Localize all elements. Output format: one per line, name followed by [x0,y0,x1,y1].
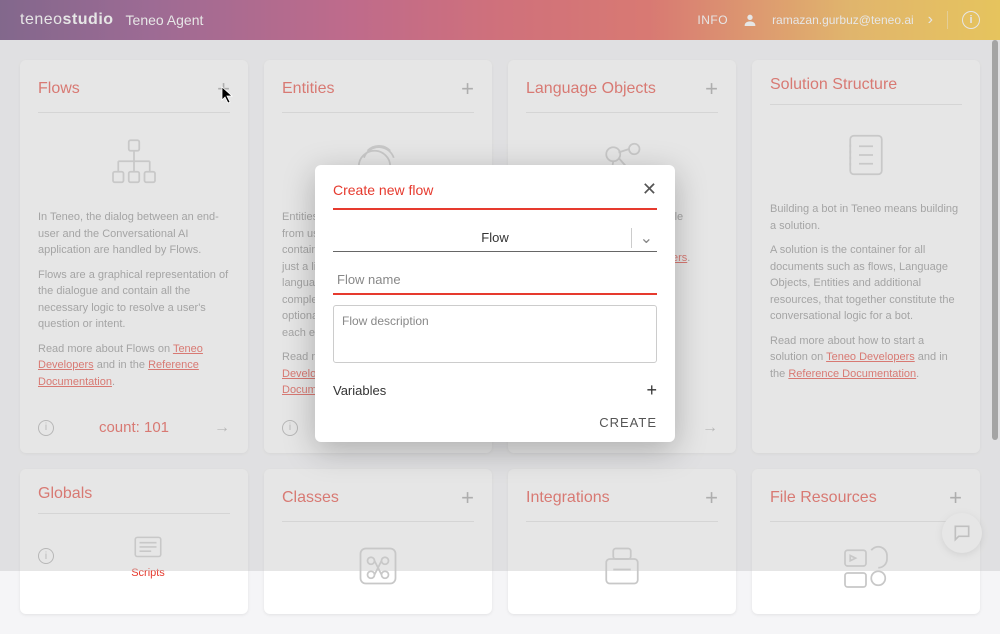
flow-description-input[interactable] [333,305,657,363]
variables-label: Variables [333,383,386,398]
flow-type-select[interactable]: Flow ⌄ [333,224,657,252]
add-variable-button[interactable]: + [646,380,657,401]
modal-title: Create new flow [333,182,433,198]
create-flow-modal: Create new flow ✕ Flow ⌄ Variables + CRE… [315,165,675,442]
create-button[interactable]: CREATE [333,409,657,430]
chevron-down-icon: ⌄ [631,228,653,248]
close-icon[interactable]: ✕ [642,179,657,200]
flow-name-input[interactable] [333,266,657,295]
flow-type-value: Flow [481,230,508,245]
